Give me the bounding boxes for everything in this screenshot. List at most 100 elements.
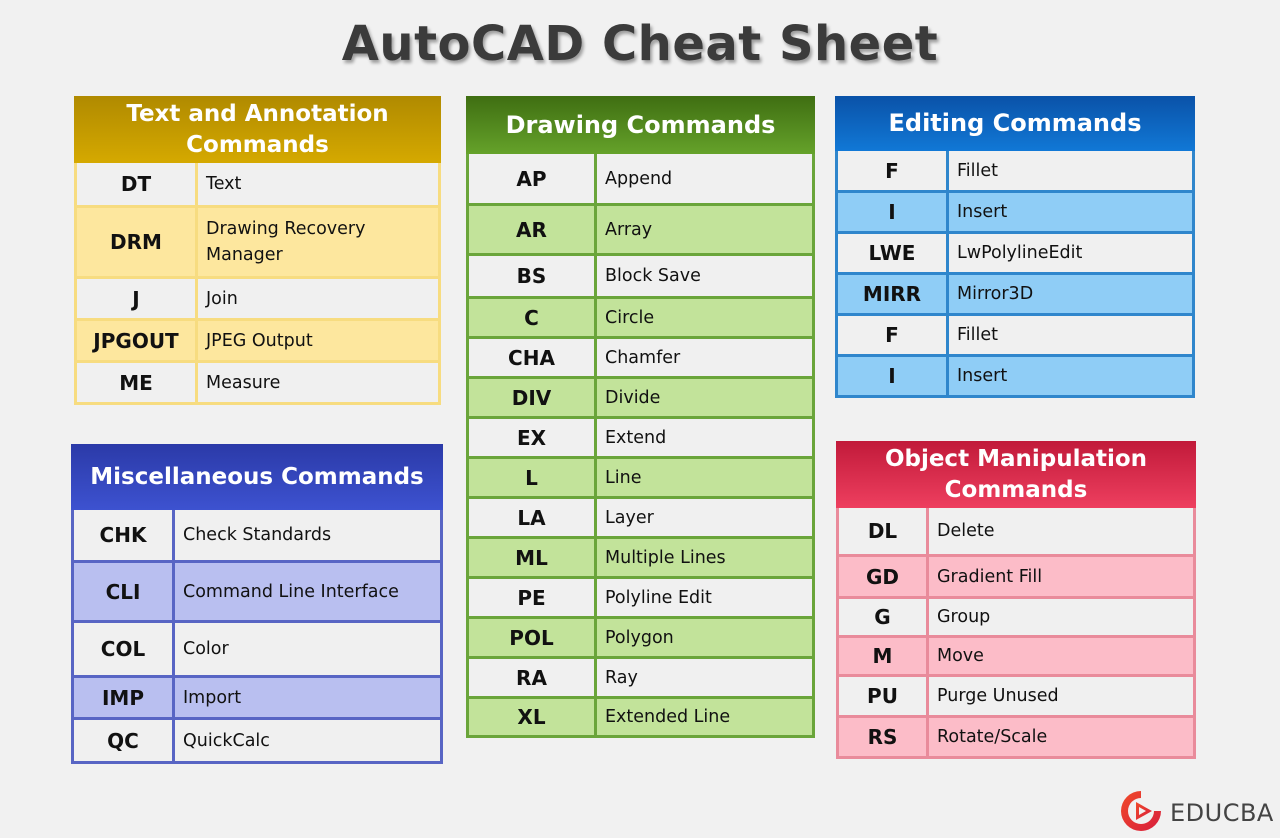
command-key: G — [839, 599, 929, 635]
command-desc: Import — [175, 678, 440, 717]
command-key: F — [838, 316, 949, 354]
table-row: M Move — [839, 635, 1193, 674]
table-row: J Join — [77, 276, 438, 318]
text-annotation-panel: Text and Annotation Commands DT Text DRM… — [74, 96, 441, 405]
panel-title: Editing Commands — [835, 96, 1195, 151]
table-row: DT Text — [77, 163, 438, 205]
command-table: AP Append AR Array BS Block Save C Circl… — [466, 154, 815, 738]
command-desc: Command Line Interface — [175, 563, 440, 620]
table-row: C Circle — [469, 296, 812, 336]
educba-logo-icon — [1118, 788, 1164, 838]
table-row: F Fillet — [838, 313, 1192, 354]
command-key: M — [839, 638, 929, 674]
miscellaneous-panel: Miscellaneous Commands CHK Check Standar… — [71, 444, 443, 764]
table-row: DL Delete — [839, 508, 1193, 554]
command-desc: Insert — [949, 357, 1192, 395]
command-key: CLI — [74, 563, 175, 620]
command-key: ML — [469, 539, 597, 576]
table-row: CLI Command Line Interface — [74, 560, 440, 620]
table-row: DIV Divide — [469, 376, 812, 416]
command-table: DL Delete GD Gradient Fill G Group M Mov… — [836, 508, 1196, 759]
command-desc: Circle — [597, 299, 812, 336]
command-key: J — [77, 279, 198, 318]
command-desc: Array — [597, 206, 812, 253]
command-desc: Polygon — [597, 619, 812, 656]
command-desc: JPEG Output — [198, 321, 438, 360]
command-desc: Purge Unused — [929, 677, 1193, 715]
command-desc: Fillet — [949, 151, 1192, 190]
table-row: JPGOUT JPEG Output — [77, 318, 438, 360]
table-row: F Fillet — [838, 151, 1192, 190]
command-desc: Gradient Fill — [929, 557, 1193, 596]
command-key: BS — [469, 256, 597, 296]
command-desc: Move — [929, 638, 1193, 674]
command-key: I — [838, 193, 949, 231]
table-row: I Insert — [838, 354, 1192, 395]
command-key: LWE — [838, 234, 949, 272]
command-key: COL — [74, 623, 175, 675]
table-row: CHA Chamfer — [469, 336, 812, 376]
command-key: JPGOUT — [77, 321, 198, 360]
table-row: DRM Drawing Recovery Manager — [77, 205, 438, 276]
command-desc: Group — [929, 599, 1193, 635]
command-desc: Polyline Edit — [597, 579, 812, 616]
command-table: F Fillet I Insert LWE LwPolylineEdit MIR… — [835, 151, 1195, 398]
command-desc: Color — [175, 623, 440, 675]
command-desc: Delete — [929, 508, 1193, 554]
table-row: GD Gradient Fill — [839, 554, 1193, 596]
command-key: GD — [839, 557, 929, 596]
table-row: RS Rotate/Scale — [839, 715, 1193, 756]
command-desc: Multiple Lines — [597, 539, 812, 576]
command-desc: Extended Line — [597, 699, 812, 735]
command-key: C — [469, 299, 597, 336]
command-key: CHK — [74, 510, 175, 560]
command-desc: Layer — [597, 499, 812, 536]
command-key: QC — [74, 720, 175, 761]
command-desc: Join — [198, 279, 438, 318]
table-row: EX Extend — [469, 416, 812, 456]
command-desc: Chamfer — [597, 339, 812, 376]
command-key: AR — [469, 206, 597, 253]
command-key: MIRR — [838, 275, 949, 313]
object-manipulation-panel: Object Manipulation Commands DL Delete G… — [836, 441, 1196, 759]
table-row: ME Measure — [77, 360, 438, 402]
command-key: PE — [469, 579, 597, 616]
table-row: COL Color — [74, 620, 440, 675]
command-desc: Text — [198, 163, 438, 205]
command-key: PU — [839, 677, 929, 715]
command-key: CHA — [469, 339, 597, 376]
command-desc: Line — [597, 459, 812, 496]
command-desc: Fillet — [949, 316, 1192, 354]
panel-title: Text and Annotation Commands — [74, 96, 441, 163]
command-key: XL — [469, 699, 597, 735]
table-row: PU Purge Unused — [839, 674, 1193, 715]
brand-logo: EDUCBA — [1118, 788, 1274, 838]
table-row: PE Polyline Edit — [469, 576, 812, 616]
page-title: AutoCAD Cheat Sheet — [341, 16, 939, 72]
command-desc: Insert — [949, 193, 1192, 231]
table-row: ML Multiple Lines — [469, 536, 812, 576]
command-key: RS — [839, 718, 929, 756]
command-key: I — [838, 357, 949, 395]
command-desc: Check Standards — [175, 510, 440, 560]
command-desc: Ray — [597, 659, 812, 696]
command-key: EX — [469, 419, 597, 456]
command-desc: Measure — [198, 363, 438, 402]
panel-title: Object Manipulation Commands — [836, 441, 1196, 508]
table-row: POL Polygon — [469, 616, 812, 656]
command-key: F — [838, 151, 949, 190]
panel-title: Miscellaneous Commands — [71, 444, 443, 510]
brand-name: EDUCBA — [1170, 799, 1274, 827]
command-key: RA — [469, 659, 597, 696]
panel-title: Drawing Commands — [466, 96, 815, 154]
table-row: IMP Import — [74, 675, 440, 717]
command-desc: Append — [597, 154, 812, 203]
command-key: DL — [839, 508, 929, 554]
table-row: L Line — [469, 456, 812, 496]
command-desc: QuickCalc — [175, 720, 440, 761]
command-table: DT Text DRM Drawing Recovery Manager J J… — [74, 163, 441, 405]
table-row: XL Extended Line — [469, 696, 812, 735]
command-key: ME — [77, 363, 198, 402]
table-row: AR Array — [469, 203, 812, 253]
command-desc: Mirror3D — [949, 275, 1192, 313]
